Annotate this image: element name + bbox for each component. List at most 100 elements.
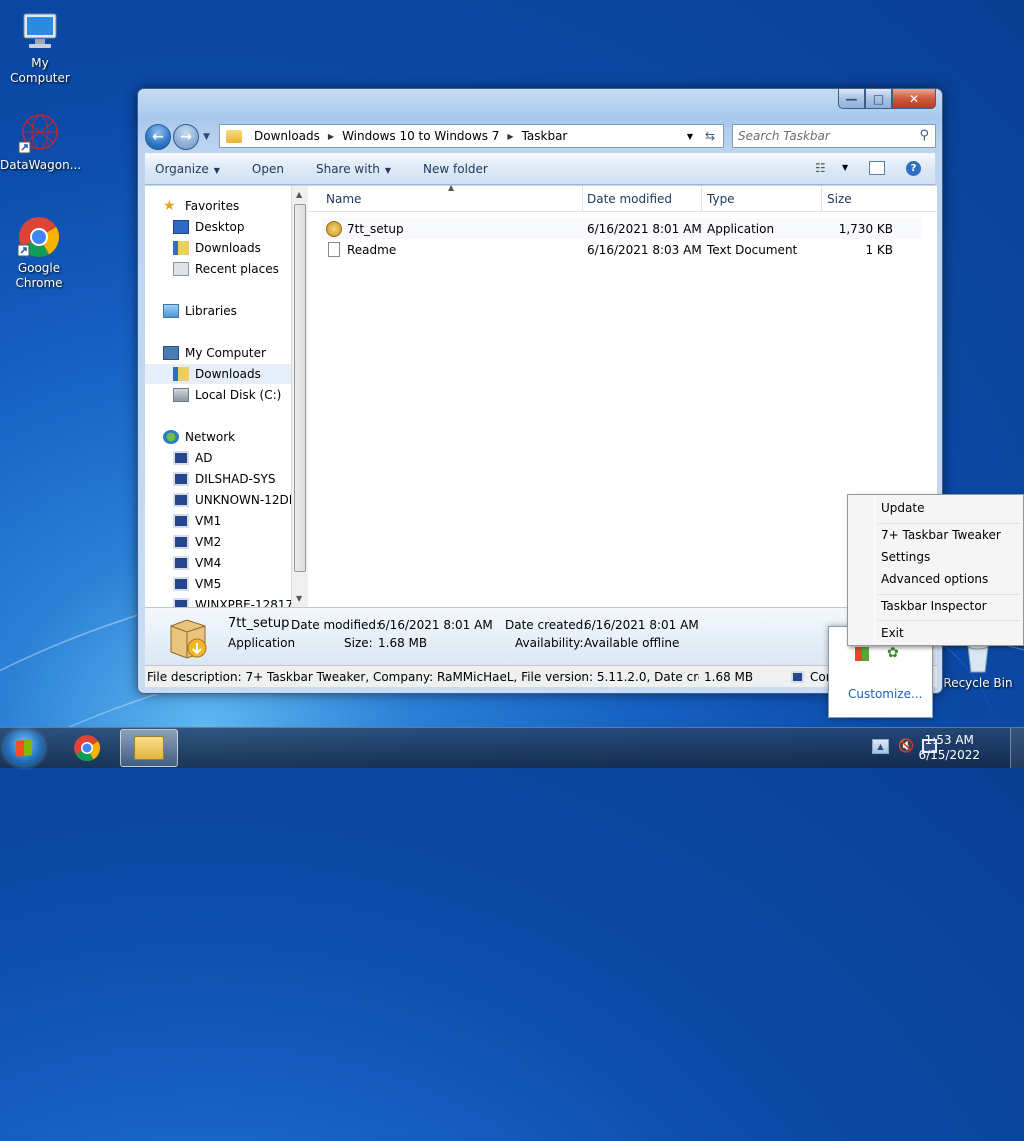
new-folder-button[interactable]: New folder xyxy=(423,162,488,176)
nav-item-network[interactable]: Network xyxy=(163,427,291,447)
organize-label: Organize xyxy=(155,161,209,176)
libraries-icon xyxy=(163,304,179,318)
nav-item-host[interactable]: VM4 xyxy=(173,553,291,573)
customize-link[interactable]: Customize... xyxy=(848,687,922,701)
refresh-icon[interactable]: ⇆ xyxy=(705,129,715,143)
taskbar-clock[interactable]: 1:53 AM 6/15/2022 xyxy=(918,733,980,763)
nav-item-host[interactable]: DILSHAD-SYS xyxy=(173,469,291,489)
menu-item-settings[interactable]: Settings xyxy=(881,550,930,564)
nav-item-desktop[interactable]: Desktop xyxy=(173,217,291,237)
preview-pane-icon[interactable] xyxy=(869,161,885,175)
taskbar-chrome-button[interactable] xyxy=(58,729,116,767)
search-input[interactable]: Search Taskbar ⚲ xyxy=(732,124,936,148)
windows-flag-icon[interactable] xyxy=(855,647,869,661)
nav-item-host[interactable]: VM5 xyxy=(173,574,291,594)
nav-item-host[interactable]: VM2 xyxy=(173,532,291,552)
minimize-button[interactable]: — xyxy=(838,89,865,109)
menu-gutter xyxy=(874,497,875,643)
recent-pages-dropdown[interactable]: ▼ xyxy=(203,132,210,142)
search-icon[interactable]: ⚲ xyxy=(919,128,929,143)
nav-item-host[interactable]: AD xyxy=(173,448,291,468)
file-type: Application xyxy=(707,221,775,236)
details-size: 1.68 MB xyxy=(378,636,428,650)
scroll-down-icon[interactable]: ▼ xyxy=(296,594,302,603)
close-button[interactable]: ✕ xyxy=(892,89,936,109)
nav-label: Network xyxy=(185,430,236,444)
maximize-button[interactable]: □ xyxy=(865,89,892,109)
column-divider[interactable] xyxy=(701,186,702,212)
tweaker-tray-icon[interactable]: ✿ xyxy=(887,645,903,661)
breadcrumb-item[interactable]: Downloads xyxy=(254,129,320,143)
share-with-label: Share with xyxy=(315,161,380,176)
column-divider[interactable] xyxy=(821,186,822,212)
nav-item-host[interactable]: UNKNOWN-12DI xyxy=(173,490,291,510)
scrollbar-thumb[interactable] xyxy=(294,204,306,572)
file-date: 6/16/2021 8:03 AM xyxy=(587,242,702,257)
status-description: File description: 7+ Taskbar Tweaker, Co… xyxy=(147,670,699,684)
network-computer-icon xyxy=(173,514,189,528)
nav-item-host[interactable]: WINXPBE-128175 xyxy=(173,595,291,607)
chevron-right-icon[interactable]: ▶ xyxy=(328,132,334,141)
nav-label: VM4 xyxy=(195,556,222,570)
breadcrumb-item[interactable]: Taskbar xyxy=(522,129,568,143)
scroll-up-icon[interactable]: ▲ xyxy=(296,190,302,199)
nav-item-my-computer[interactable]: My Computer xyxy=(163,343,291,363)
menu-item-taskbar-inspector[interactable]: Taskbar Inspector xyxy=(881,599,987,613)
nav-scrollbar[interactable]: ▲ ▼ xyxy=(291,186,308,607)
back-button[interactable]: ← xyxy=(145,124,171,150)
menu-item-advanced-options[interactable]: Advanced options xyxy=(881,572,988,586)
column-header-name[interactable]: Name xyxy=(326,192,361,206)
breadcrumb-item[interactable]: Windows 10 to Windows 7 xyxy=(342,129,499,143)
file-row[interactable]: Readme 6/16/2021 8:03 AM Text Document 1… xyxy=(322,239,922,260)
view-options-icon[interactable]: ☷ xyxy=(815,161,826,175)
column-header-size[interactable]: Size xyxy=(827,192,852,206)
desktop-icon-google-chrome[interactable]: Google Chrome xyxy=(0,215,78,291)
status-size: 1.68 MB xyxy=(704,670,754,684)
organize-button[interactable]: Organize ▼ xyxy=(155,162,220,176)
status-bar: File description: 7+ Taskbar Tweaker, Co… xyxy=(145,665,937,687)
desktop-icon-my-computer[interactable]: My Computer xyxy=(0,10,80,86)
details-size-label: Size: xyxy=(344,636,373,650)
menu-item-update[interactable]: Update xyxy=(881,501,924,515)
share-with-button[interactable]: Share with ▼ xyxy=(316,162,391,176)
nav-item-downloads[interactable]: Downloads xyxy=(173,238,291,258)
nav-item-recent-places[interactable]: Recent places xyxy=(173,259,291,279)
taskbar-explorer-button[interactable] xyxy=(120,729,178,767)
view-dropdown-icon[interactable]: ▼ xyxy=(842,163,848,172)
nav-item-mc-downloads[interactable]: Downloads xyxy=(145,364,291,384)
menu-item-taskbar-tweaker[interactable]: 7+ Taskbar Tweaker xyxy=(881,528,1001,542)
menu-item-exit[interactable]: Exit xyxy=(881,626,904,640)
clock-time: 1:53 AM xyxy=(924,733,974,747)
column-divider[interactable] xyxy=(582,186,583,212)
speaker-muted-icon[interactable]: 🔇 xyxy=(898,739,914,754)
nav-item-libraries[interactable]: Libraries xyxy=(163,301,291,321)
address-bar[interactable]: Downloads ▶ Windows 10 to Windows 7 ▶ Task… xyxy=(219,124,724,148)
desktop-icon-recycle-bin[interactable]: Recycle Bin xyxy=(938,640,1018,691)
tray-context-menu: Update 7+ Taskbar Tweaker Settings Advan… xyxy=(847,494,1024,646)
file-name: Readme xyxy=(347,242,397,257)
show-desktop-button[interactable] xyxy=(1010,728,1024,768)
explorer-window[interactable]: — □ ✕ ← → ▼ Downloads ▶ Windows 10 to Win… xyxy=(137,88,943,694)
clock-date: 6/15/2022 xyxy=(918,748,980,762)
forward-button[interactable]: → xyxy=(173,124,199,150)
desktop-icon-label: Recycle Bin xyxy=(943,676,1013,690)
recent-places-icon xyxy=(173,262,189,276)
nav-item-favorites[interactable]: ★ Favorites xyxy=(163,196,291,216)
nav-item-host[interactable]: VM1 xyxy=(173,511,291,531)
details-availability-label: Availability: xyxy=(515,636,584,650)
help-icon[interactable]: ? xyxy=(906,161,921,176)
navigation-pane: ★ Favorites Desktop Downloads Recent plac… xyxy=(145,186,291,607)
column-header-date-modified[interactable]: Date modified xyxy=(587,192,672,206)
start-button[interactable] xyxy=(4,730,44,766)
nav-label: Desktop xyxy=(195,220,245,234)
address-dropdown-icon[interactable]: ▼ xyxy=(687,132,693,141)
file-row[interactable]: 7tt_setup 6/16/2021 8:01 AM Application … xyxy=(322,218,922,239)
desktop-icon-datawagon[interactable]: DataWagon... xyxy=(0,112,81,173)
column-header-type[interactable]: Type xyxy=(707,192,735,206)
star-icon: ★ xyxy=(163,198,176,214)
nav-item-local-disk[interactable]: Local Disk (C:) xyxy=(173,385,291,405)
nav-label: Libraries xyxy=(185,304,237,318)
show-hidden-icons-button[interactable]: ▲ xyxy=(872,739,889,754)
chevron-right-icon[interactable]: ▶ xyxy=(507,132,513,141)
open-button[interactable]: Open xyxy=(252,162,284,176)
